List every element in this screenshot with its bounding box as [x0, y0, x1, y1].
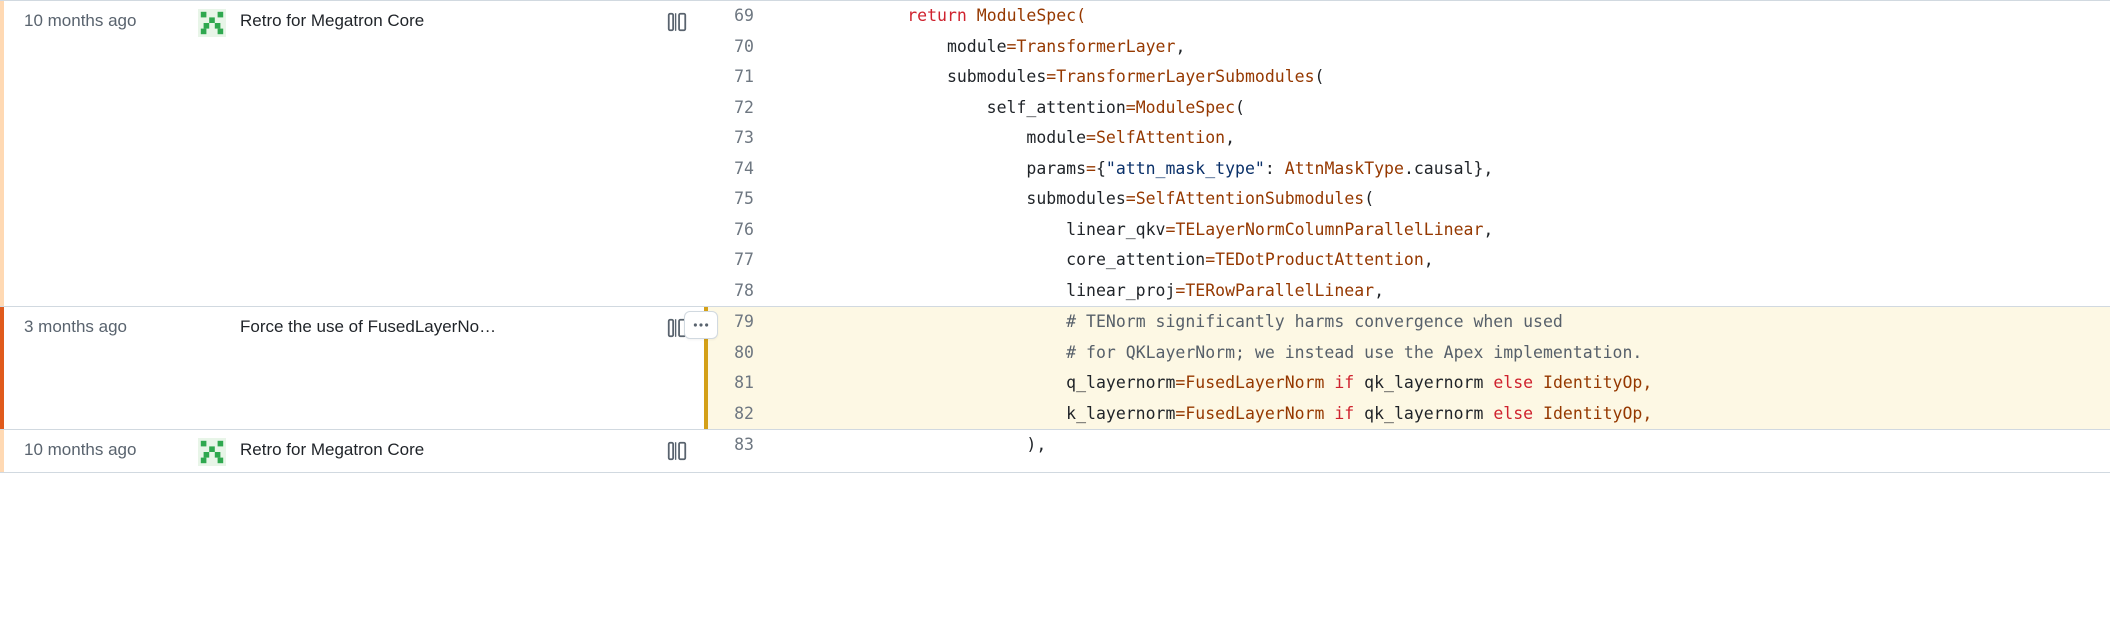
line-number[interactable]: 83 [708, 430, 788, 461]
line-content[interactable]: # for QKLayerNorm; we instead use the Ap… [788, 338, 2110, 369]
code-line[interactable]: 77 core_attention=TEDotProductAttention, [708, 245, 2110, 276]
line-content[interactable]: linear_qkv=TELayerNormColumnParallelLine… [788, 215, 2110, 246]
line-content[interactable]: params={"attn_mask_type": AttnMaskType.c… [788, 154, 2110, 185]
reblame-icon[interactable] [662, 436, 692, 462]
blame-hunk: 10 months ago Retro for Megatron Core 69 r… [0, 1, 2110, 306]
avatar-placeholder [198, 313, 226, 341]
line-number[interactable]: 69 [708, 1, 788, 32]
line-content[interactable]: module=TransformerLayer, [788, 32, 2110, 63]
author-avatar[interactable] [198, 438, 226, 466]
line-number[interactable]: 81 [708, 368, 788, 399]
code-line[interactable]: 79 # TENorm significantly harms converge… [708, 307, 2110, 338]
line-content[interactable]: submodules=TransformerLayerSubmodules( [788, 62, 2110, 93]
line-number[interactable]: 73 [708, 123, 788, 154]
line-number[interactable]: 75 [708, 184, 788, 215]
reblame-icon[interactable] [662, 7, 692, 33]
code-line[interactable]: 82 k_layernorm=FusedLayerNorm if qk_laye… [708, 399, 2110, 430]
code-line[interactable]: 73 module=SelfAttention, [708, 123, 2110, 154]
line-number[interactable]: 72 [708, 93, 788, 124]
commit-time: 10 months ago [24, 436, 184, 460]
line-content[interactable]: core_attention=TEDotProductAttention, [788, 245, 2110, 276]
commit-message[interactable]: Force the use of FusedLayerNo… [240, 313, 648, 337]
line-number[interactable]: 70 [708, 32, 788, 63]
line-number[interactable]: 76 [708, 215, 788, 246]
code-line[interactable]: 72 self_attention=ModuleSpec( [708, 93, 2110, 124]
line-number[interactable]: 82 [708, 399, 788, 430]
more-actions-button[interactable] [684, 311, 718, 339]
line-number[interactable]: 79 [708, 307, 788, 338]
blame-hunk: 3 months ago Force the use of FusedLayerN… [0, 306, 2110, 429]
commit-time: 10 months ago [24, 7, 184, 31]
code-line[interactable]: 83 ), [708, 430, 2110, 461]
line-content[interactable]: self_attention=ModuleSpec( [788, 93, 2110, 124]
line-number[interactable]: 80 [708, 338, 788, 369]
commit-message[interactable]: Retro for Megatron Core [240, 436, 648, 460]
line-content[interactable]: k_layernorm=FusedLayerNorm if qk_layerno… [788, 399, 2110, 430]
line-content[interactable]: submodules=SelfAttentionSubmodules( [788, 184, 2110, 215]
code-line[interactable]: 80 # for QKLayerNorm; we instead use the… [708, 338, 2110, 369]
line-content[interactable]: return ModuleSpec( [788, 1, 2110, 32]
commit-info: 10 months ago Retro for Megatron Core [4, 430, 704, 472]
code-line[interactable]: 70 module=TransformerLayer, [708, 32, 2110, 63]
line-content[interactable]: ), [788, 430, 2110, 461]
commit-message[interactable]: Retro for Megatron Core [240, 7, 648, 31]
code-line[interactable]: 75 submodules=SelfAttentionSubmodules( [708, 184, 2110, 215]
line-number[interactable]: 74 [708, 154, 788, 185]
code-line[interactable]: 71 submodules=TransformerLayerSubmodules… [708, 62, 2110, 93]
code-block: 79 # TENorm significantly harms converge… [708, 307, 2110, 429]
line-content[interactable]: module=SelfAttention, [788, 123, 2110, 154]
code-line[interactable]: 78 linear_proj=TERowParallelLinear, [708, 276, 2110, 307]
code-block: 69 return ModuleSpec(70 module=Transform… [708, 1, 2110, 306]
code-line[interactable]: 69 return ModuleSpec( [708, 1, 2110, 32]
line-content[interactable]: # TENorm significantly harms convergence… [788, 307, 2110, 338]
blame-view: 10 months ago Retro for Megatron Core 69 r… [0, 0, 2110, 473]
line-number[interactable]: 71 [708, 62, 788, 93]
line-content[interactable]: q_layernorm=FusedLayerNorm if qk_layerno… [788, 368, 2110, 399]
line-number[interactable]: 77 [708, 245, 788, 276]
code-line[interactable]: 74 params={"attn_mask_type": AttnMaskTyp… [708, 154, 2110, 185]
author-avatar[interactable] [198, 9, 226, 37]
commit-info: 10 months ago Retro for Megatron Core [4, 1, 704, 306]
code-line[interactable]: 81 q_layernorm=FusedLayerNorm if qk_laye… [708, 368, 2110, 399]
code-block: 83 ), [708, 430, 2110, 472]
line-number[interactable]: 78 [708, 276, 788, 307]
line-content[interactable]: linear_proj=TERowParallelLinear, [788, 276, 2110, 307]
commit-time: 3 months ago [24, 313, 184, 337]
code-line[interactable]: 76 linear_qkv=TELayerNormColumnParallelL… [708, 215, 2110, 246]
blame-hunk: 10 months ago Retro for Megatron Core 83 )… [0, 429, 2110, 472]
commit-info: 3 months ago Force the use of FusedLayerN… [4, 307, 704, 429]
